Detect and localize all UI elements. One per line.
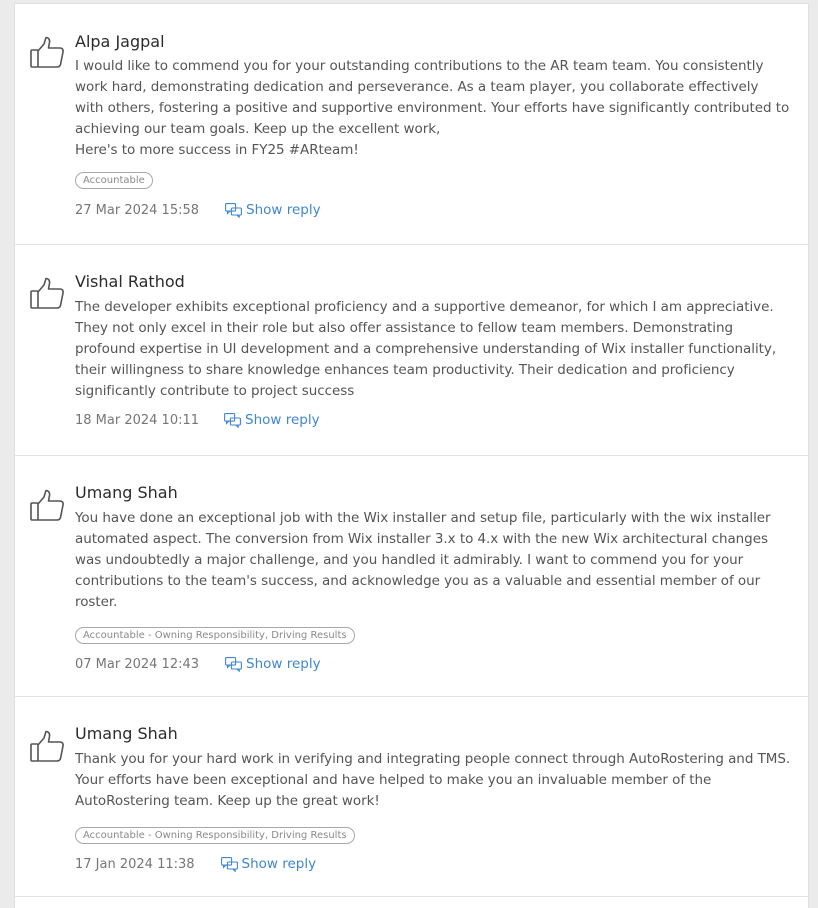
feed-card: Vishal Rathod The developer exhibits exc… <box>15 245 808 456</box>
reply-icon <box>225 656 242 672</box>
timestamp: 27 Mar 2024 15:58 <box>75 202 200 218</box>
thumbs-up-icon <box>29 729 65 765</box>
show-reply-label: Show reply <box>245 412 320 428</box>
author-name: Alpa Jagpal <box>75 32 165 51</box>
reply-icon <box>224 412 241 428</box>
reply-icon <box>220 856 238 872</box>
card-meta: 27 Mar 2024 15:58 Show reply <box>75 200 321 220</box>
value-tag: Accountable - Owning Responsibility, Dri… <box>75 627 355 644</box>
thumbs-up-icon <box>29 35 65 71</box>
appreciation-message: You have done an exceptional job with th… <box>75 510 771 610</box>
timestamp: 18 Mar 2024 10:11 <box>75 412 200 428</box>
show-reply-link[interactable]: Show reply <box>224 412 320 428</box>
card-meta: 17 Jan 2024 11:38 Show reply <box>75 854 316 874</box>
thumbs-up-icon <box>29 276 65 312</box>
feed-card: Umang Shah You have done an exceptional … <box>15 456 808 697</box>
author-name: Vishal Rathod <box>75 272 185 291</box>
show-reply-label: Show reply <box>246 656 321 672</box>
show-reply-label: Show reply <box>241 856 317 872</box>
appreciation-feed: Alpa Jagpal I would like to commend you … <box>14 3 809 908</box>
value-tag: Accountable - Owning Responsibility, Dri… <box>75 827 355 844</box>
author-name: Umang Shah <box>75 483 178 502</box>
value-tag: Accountable <box>75 172 153 189</box>
card-meta: 18 Mar 2024 10:11 Show reply <box>75 410 320 430</box>
show-reply-label: Show reply <box>246 202 321 218</box>
timestamp: 17 Jan 2024 11:38 <box>75 856 195 872</box>
feed-card: Umang Shah Thank you for your hard work … <box>15 697 808 897</box>
author-name: Umang Shah <box>75 724 178 743</box>
appreciation-message: I would like to commend you for your out… <box>75 58 790 158</box>
timestamp: 07 Mar 2024 12:43 <box>75 656 200 672</box>
appreciation-message: Thank you for your hard work in verifyin… <box>75 751 791 809</box>
show-reply-link[interactable]: Show reply <box>225 656 321 672</box>
card-meta: 07 Mar 2024 12:43 Show reply <box>75 654 321 674</box>
show-reply-link[interactable]: Show reply <box>220 856 317 872</box>
appreciation-message: The developer exhibits exceptional profi… <box>75 299 777 399</box>
feed-card: Alpa Jagpal I would like to commend you … <box>15 4 808 245</box>
reply-icon <box>225 202 242 218</box>
show-reply-link[interactable]: Show reply <box>225 202 321 218</box>
thumbs-up-icon <box>29 488 65 524</box>
